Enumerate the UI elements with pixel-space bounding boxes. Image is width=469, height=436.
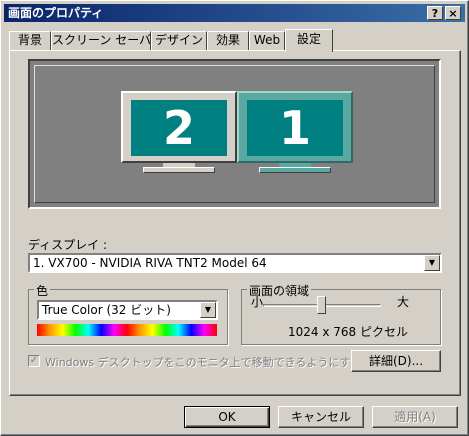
color-spectrum-bar (37, 324, 217, 336)
extend-desktop-label: Windows デスクトップをこのモニタ上で移動できるようにする (45, 356, 362, 369)
resolution-text: 1024 x 768 ピクセル (288, 325, 408, 339)
help-button[interactable]: ? (427, 6, 443, 20)
display-label: ディスプレイ : (28, 238, 108, 252)
chevron-down-icon[interactable]: ▼ (200, 302, 216, 318)
monitor-preview-area: 2 1 (34, 65, 435, 203)
extend-desktop-checkbox[interactable]: ✓ (28, 355, 40, 367)
monitor-bezel: 1 (237, 91, 353, 163)
display-select[interactable]: 1. VX700 - NVIDIA RIVA TNT2 Model 64 ▼ (28, 253, 442, 273)
color-quality-value: True Color (32 ビット) (42, 303, 171, 317)
monitor-number: 2 (131, 100, 227, 156)
close-button[interactable]: × (445, 6, 461, 20)
window-title: 画面のプロパティ (8, 6, 104, 20)
tab-screensaver[interactable]: スクリーン セーバー (51, 31, 163, 50)
monitor-stand (143, 167, 215, 173)
monitor-stand (259, 167, 331, 173)
tab-web[interactable]: Web (249, 31, 285, 50)
tab-effects[interactable]: 効果 (207, 31, 249, 50)
resolution-slider-thumb[interactable] (317, 296, 326, 314)
advanced-button[interactable]: 詳細(D)... (351, 350, 441, 372)
monitor-bezel: 2 (121, 91, 237, 163)
cancel-button[interactable]: キャンセル (278, 406, 364, 428)
color-quality-select[interactable]: True Color (32 ビット) ▼ (37, 300, 218, 320)
display-properties-window: 画面のプロパティ ? × 背景 スクリーン セーバー デザイン 効果 Web 設… (0, 0, 469, 436)
ok-button[interactable]: OK (184, 406, 270, 428)
monitor-1[interactable]: 1 (237, 91, 353, 175)
monitor-2[interactable]: 2 (121, 91, 237, 175)
tab-appearance[interactable]: デザイン (151, 31, 207, 50)
apply-button[interactable]: 適用(A) (372, 406, 458, 428)
color-group-label: 色 (34, 282, 51, 299)
slider-max-label: 大 (397, 295, 410, 309)
slider-min-label: 小 (251, 295, 264, 309)
tab-background[interactable]: 背景 (9, 31, 51, 50)
display-value: 1. VX700 - NVIDIA RIVA TNT2 Model 64 (33, 256, 267, 270)
title-bar[interactable]: 画面のプロパティ ? × (4, 4, 465, 22)
monitor-preview: 2 1 (28, 59, 441, 209)
monitor-number: 1 (247, 100, 343, 156)
tab-settings[interactable]: 設定 (285, 29, 333, 52)
chevron-down-icon[interactable]: ▼ (424, 255, 440, 271)
